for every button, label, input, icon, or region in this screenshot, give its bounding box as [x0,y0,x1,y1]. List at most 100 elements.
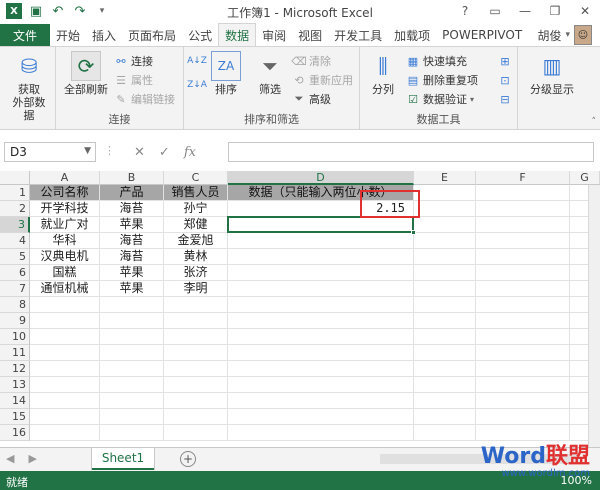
cell-c12[interactable] [164,361,228,377]
cell-f3[interactable] [476,217,570,233]
cell-e10[interactable] [414,329,476,345]
cell-b13[interactable] [100,377,164,393]
cell-f6[interactable] [476,265,570,281]
cell-c11[interactable] [164,345,228,361]
tab-developer[interactable]: 开发工具 [328,24,388,46]
cell-c9[interactable] [164,313,228,329]
fill-handle[interactable] [411,230,416,235]
cell-c5[interactable]: 黄林 [164,249,228,265]
relationships-button[interactable]: ⊟ [498,91,512,107]
clear-button[interactable]: ⌫ 清除 [291,53,331,69]
cell-e3[interactable] [414,217,476,233]
cell-e1[interactable] [414,185,476,201]
cell-b10[interactable] [100,329,164,345]
sheet-tab-sheet1[interactable]: Sheet1 [92,448,154,470]
cell-c15[interactable] [164,409,228,425]
cell-b4[interactable]: 海苔 [100,233,164,249]
cell-c14[interactable] [164,393,228,409]
cell-e9[interactable] [414,313,476,329]
row-header-2[interactable]: 2 [0,201,30,217]
cell-f13[interactable] [476,377,570,393]
flash-fill-button[interactable]: ▦ 快速填充 [406,53,467,69]
cell-e13[interactable] [414,377,476,393]
add-sheet-icon[interactable]: + [180,451,196,467]
cell-f4[interactable] [476,233,570,249]
cell-d7[interactable] [228,281,414,297]
select-all-corner[interactable] [0,171,30,185]
sort-za-button[interactable]: Z↓A [187,77,207,93]
row-header-16[interactable]: 16 [0,425,30,441]
cell-f8[interactable] [476,297,570,313]
cell-a14[interactable] [30,393,100,409]
edit-links-button[interactable]: ✎ 编辑链接 [114,91,175,107]
insert-function-icon[interactable]: fx [184,145,196,160]
tab-addins[interactable]: 加载项 [388,24,436,46]
cell-d8[interactable] [228,297,414,313]
cell-d16[interactable] [228,425,414,441]
cell-d11[interactable] [228,345,414,361]
cell-a1[interactable]: 公司名称 [30,185,100,201]
cell-e7[interactable] [414,281,476,297]
cell-d12[interactable] [228,361,414,377]
column-header-c[interactable]: C [164,171,228,185]
cell-b12[interactable] [100,361,164,377]
outline-button[interactable]: ▥ 分级显示 [522,51,582,97]
advanced-button[interactable]: ⏷ 高级 [292,91,331,107]
row-header-7[interactable]: 7 [0,281,30,297]
row-header-9[interactable]: 9 [0,313,30,329]
tab-home[interactable]: 开始 [50,24,86,46]
cell-c7[interactable]: 李明 [164,281,228,297]
close-icon[interactable]: ✕ [570,0,600,22]
collapse-ribbon-icon[interactable]: ˄ [592,117,597,127]
cell-b2[interactable]: 海苔 [100,201,164,217]
cell-a13[interactable] [30,377,100,393]
cell-b14[interactable] [100,393,164,409]
column-header-a[interactable]: A [30,171,100,185]
cancel-icon[interactable]: ✕ [134,145,145,160]
cell-f11[interactable] [476,345,570,361]
cell-a6[interactable]: 国糕 [30,265,100,281]
column-header-e[interactable]: E [414,171,476,185]
cell-a3[interactable]: 就业广对 [30,217,100,233]
cell-a4[interactable]: 华科 [30,233,100,249]
cell-a11[interactable] [30,345,100,361]
tab-review[interactable]: 审阅 [256,24,292,46]
cell-c8[interactable] [164,297,228,313]
cell-d5[interactable] [228,249,414,265]
cell-e6[interactable] [414,265,476,281]
cell-a8[interactable] [30,297,100,313]
row-header-6[interactable]: 6 [0,265,30,281]
tab-formulas[interactable]: 公式 [182,24,218,46]
column-header-g[interactable]: G [570,171,600,185]
cell-f10[interactable] [476,329,570,345]
remove-duplicates-button[interactable]: ▤ 删除重复项 [406,72,478,88]
cell-d14[interactable] [228,393,414,409]
cell-b7[interactable]: 苹果 [100,281,164,297]
cell-f9[interactable] [476,313,570,329]
column-header-b[interactable]: B [100,171,164,185]
help-icon[interactable]: ? [450,0,480,22]
cell-b8[interactable] [100,297,164,313]
row-header-8[interactable]: 8 [0,297,30,313]
cell-d4[interactable] [228,233,414,249]
user-account[interactable]: 胡俊 ▾ ☺ [537,24,592,46]
cell-a7[interactable]: 通恒机械 [30,281,100,297]
tab-page-layout[interactable]: 页面布局 [122,24,182,46]
column-header-f[interactable]: F [476,171,570,185]
cell-e15[interactable] [414,409,476,425]
cell-a16[interactable] [30,425,100,441]
cell-e11[interactable] [414,345,476,361]
cell-a12[interactable] [30,361,100,377]
row-header-1[interactable]: 1 [0,185,30,201]
cell-d10[interactable] [228,329,414,345]
minimize-icon[interactable]: — [510,0,540,22]
get-external-data-button[interactable]: ⛁ 获取 外部数据 [8,51,50,123]
cell-a10[interactable] [30,329,100,345]
cell-d6[interactable] [228,265,414,281]
row-header-11[interactable]: 11 [0,345,30,361]
cell-f12[interactable] [476,361,570,377]
enter-icon[interactable]: ✓ [159,145,170,160]
tab-file[interactable]: 文件 [0,24,51,46]
cell-a15[interactable] [30,409,100,425]
cell-e5[interactable] [414,249,476,265]
